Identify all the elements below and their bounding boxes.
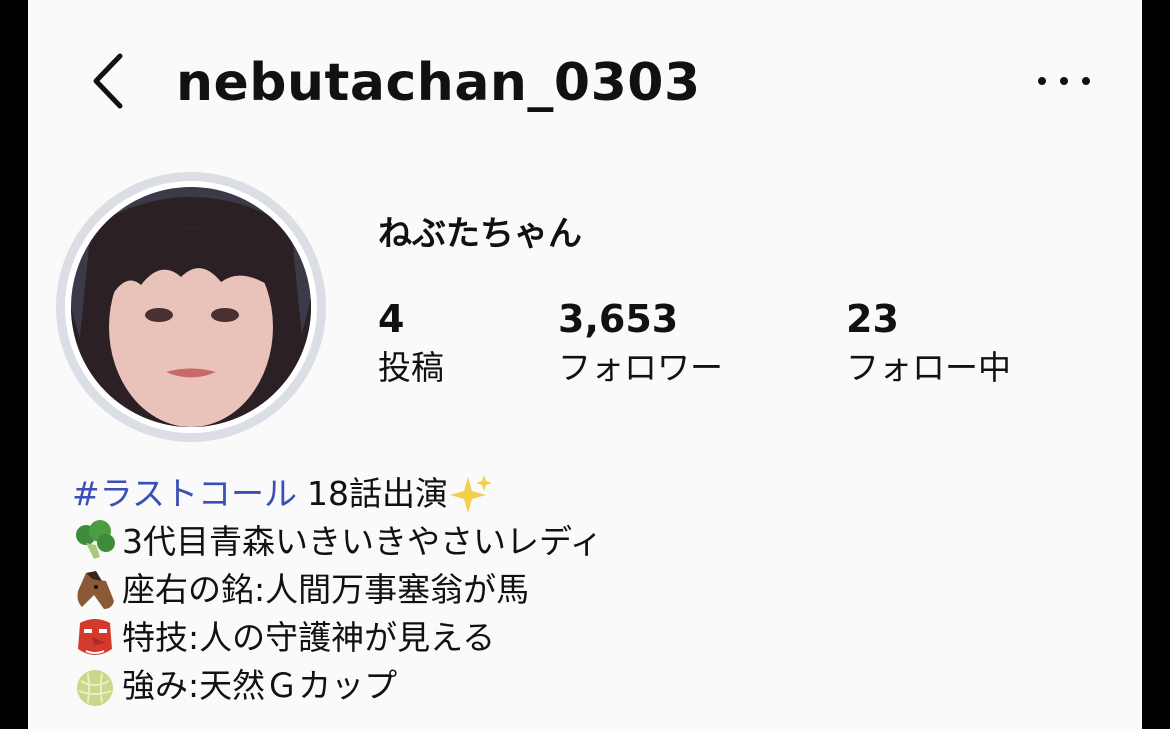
following-count[interactable]: 23 フォロー中: [846, 296, 1011, 390]
bio-line: 特技:人の守護神が見える: [72, 614, 603, 662]
stat-label: フォロワー: [558, 348, 723, 387]
bio-line: 強み:天然Ｇカップ: [72, 662, 603, 710]
bio-line: 3代目青森いきいきやさいレディ: [72, 518, 603, 566]
followers-count[interactable]: 3,653 フォロワー: [558, 296, 723, 390]
sparkles-icon: [450, 475, 492, 513]
bio-text: 座右の銘:人間万事塞翁が馬: [122, 570, 530, 609]
stat-value: 23: [846, 297, 899, 341]
horse-face-icon: [77, 571, 114, 609]
profile-screen: nebutachan_0303 ねぶたちゃん 4 投稿 3,653 フォロワー …: [28, 0, 1142, 729]
broccoli-icon: [76, 520, 115, 559]
display-name: ねぶたちゃん: [378, 214, 582, 254]
avatar[interactable]: [71, 187, 311, 427]
bio-line: 座右の銘:人間万事塞翁が馬: [72, 566, 603, 614]
bio-text: 強み:天然Ｇカップ: [122, 666, 398, 705]
more-options-button[interactable]: [1038, 66, 1090, 96]
melon-icon: [77, 670, 113, 706]
hashtag-link[interactable]: #ラストコール: [72, 470, 297, 518]
bio-text: 3代目青森いきいきやさいレディ: [122, 522, 603, 561]
profile-bio: #ラストコール 18話出演 3代目青森いきいきやさいレディ 座右の銘:人間万事塞…: [72, 470, 603, 710]
chevron-left-icon: [93, 53, 123, 109]
avatar-ring: [56, 172, 326, 442]
stat-label: フォロー中: [846, 348, 1011, 387]
bio-text: 特技:人の守護神が見える: [122, 618, 496, 657]
back-button[interactable]: [86, 50, 136, 112]
more-horizontal-icon: [1038, 77, 1046, 85]
tengu-mask-icon: [78, 619, 112, 655]
avatar-photo: [71, 187, 311, 427]
stat-label: 投稿: [378, 348, 444, 387]
bio-text: 18話出演: [307, 474, 448, 513]
profile-username: nebutachan_0303: [176, 53, 701, 113]
stat-value: 3,653: [558, 297, 679, 341]
bio-line: #ラストコール 18話出演: [72, 470, 603, 518]
posts-count[interactable]: 4 投稿: [378, 296, 444, 390]
stat-value: 4: [378, 297, 405, 341]
